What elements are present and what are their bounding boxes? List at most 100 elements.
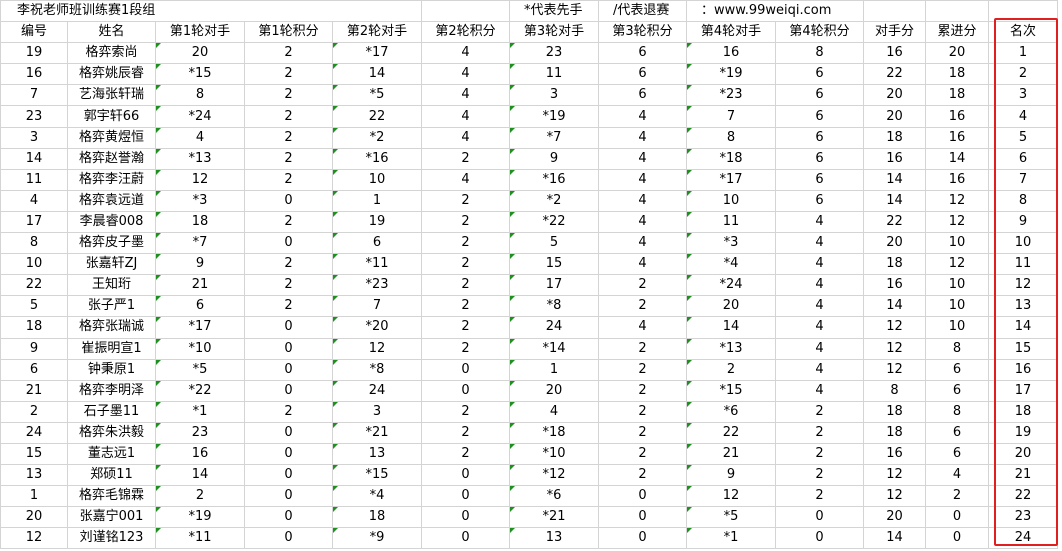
table-cell[interactable]: 郭宇轩66 bbox=[67, 105, 156, 128]
table-cell[interactable]: 3 bbox=[988, 84, 1058, 107]
table-cell[interactable]: 11 bbox=[509, 63, 599, 86]
table-cell[interactable]: 14 bbox=[155, 464, 245, 487]
table-cell[interactable]: *23 bbox=[686, 84, 776, 107]
table-cell[interactable]: 22 bbox=[332, 105, 422, 128]
table-cell[interactable]: 12 bbox=[863, 337, 926, 360]
table-cell[interactable]: 0 bbox=[244, 464, 333, 487]
table-cell[interactable]: 6 bbox=[155, 295, 245, 318]
table-cell[interactable]: 郑硕11 bbox=[67, 464, 156, 487]
table-cell[interactable]: 20 bbox=[509, 379, 599, 402]
table-cell[interactable]: 12 bbox=[925, 210, 989, 234]
table-cell[interactable]: 3 bbox=[0, 126, 68, 149]
table-cell[interactable]: *3 bbox=[686, 232, 776, 255]
table-cell[interactable]: 13 bbox=[988, 295, 1058, 318]
table-cell[interactable]: 8 bbox=[988, 189, 1058, 212]
table-cell[interactable]: 格弈黄煜恒 bbox=[67, 126, 156, 149]
table-cell[interactable]: 8 bbox=[925, 337, 989, 360]
table-cell[interactable]: 12 bbox=[925, 253, 989, 276]
table-cell[interactable]: 3 bbox=[332, 400, 422, 423]
table-cell[interactable]: 18 bbox=[155, 210, 245, 234]
table-cell[interactable]: 0 bbox=[421, 379, 510, 402]
table-cell[interactable]: *21 bbox=[332, 421, 422, 444]
column-header[interactable]: 第2轮积分 bbox=[421, 21, 510, 44]
table-cell[interactable]: *6 bbox=[509, 485, 599, 508]
table-cell[interactable]: 16 bbox=[155, 442, 245, 466]
table-cell[interactable]: *10 bbox=[155, 337, 245, 360]
table-cell[interactable]: 6 bbox=[598, 42, 687, 65]
table-cell[interactable]: 4 bbox=[775, 379, 864, 402]
table-cell[interactable]: 4 bbox=[775, 337, 864, 360]
table-cell[interactable]: *11 bbox=[155, 527, 245, 550]
table-cell[interactable]: 15 bbox=[509, 253, 599, 276]
table-cell[interactable]: 4 bbox=[598, 316, 687, 339]
table-cell[interactable]: 4 bbox=[598, 168, 687, 191]
table-cell[interactable]: 2 bbox=[925, 485, 989, 508]
table-cell[interactable]: 14 bbox=[863, 295, 926, 318]
table-cell[interactable]: 16 bbox=[925, 126, 989, 149]
table-cell[interactable]: *11 bbox=[332, 253, 422, 276]
table-cell[interactable]: *7 bbox=[509, 126, 599, 149]
table-cell[interactable]: 4 bbox=[421, 42, 510, 65]
table-cell[interactable]: 11 bbox=[988, 253, 1058, 276]
table-cell[interactable]: 5 bbox=[509, 232, 599, 255]
table-cell[interactable]: 18 bbox=[863, 253, 926, 276]
table-cell[interactable]: 4 bbox=[598, 189, 687, 212]
table-cell[interactable]: 6 bbox=[925, 421, 989, 444]
column-header[interactable]: 累进分 bbox=[925, 21, 989, 44]
table-cell[interactable]: 0 bbox=[421, 464, 510, 487]
table-cell[interactable]: 9 bbox=[686, 464, 776, 487]
table-cell[interactable]: 5 bbox=[0, 295, 68, 318]
table-cell[interactable]: 0 bbox=[598, 485, 687, 508]
table-cell[interactable]: 16 bbox=[863, 274, 926, 297]
table-cell[interactable]: 8 bbox=[155, 84, 245, 107]
table-cell[interactable]: 格弈张瑞诚 bbox=[67, 316, 156, 339]
column-header[interactable]: 编号 bbox=[0, 21, 68, 44]
table-cell[interactable]: 18 bbox=[0, 316, 68, 339]
table-cell[interactable]: *22 bbox=[509, 210, 599, 234]
table-cell[interactable]: 18 bbox=[988, 400, 1058, 423]
table-cell[interactable]: 2 bbox=[775, 421, 864, 444]
table-cell[interactable]: 2 bbox=[686, 358, 776, 381]
table-cell[interactable]: 11 bbox=[686, 210, 776, 234]
table-cell[interactable]: 6 bbox=[925, 442, 989, 466]
table-cell[interactable]: 23 bbox=[988, 506, 1058, 529]
table-cell[interactable]: 2 bbox=[421, 189, 510, 212]
table-cell[interactable]: 2 bbox=[155, 485, 245, 508]
table-cell[interactable]: 0 bbox=[775, 506, 864, 529]
table-cell[interactable]: *19 bbox=[155, 506, 245, 529]
table-cell[interactable]: 17 bbox=[988, 379, 1058, 402]
table-cell[interactable]: 19 bbox=[0, 42, 68, 65]
table-cell[interactable]: *15 bbox=[332, 464, 422, 487]
table-cell[interactable]: 10 bbox=[686, 189, 776, 212]
table-cell[interactable]: *2 bbox=[332, 126, 422, 149]
table-cell[interactable]: 张子严1 bbox=[67, 295, 156, 318]
table-cell[interactable]: 19 bbox=[332, 210, 422, 234]
table-cell[interactable]: 8 bbox=[686, 126, 776, 149]
table-cell[interactable]: 6 bbox=[775, 84, 864, 107]
table-cell[interactable]: 7 bbox=[0, 84, 68, 107]
table-cell[interactable]: 2 bbox=[244, 105, 333, 128]
table-cell[interactable]: 6 bbox=[988, 147, 1058, 170]
empty-cell[interactable] bbox=[925, 0, 989, 23]
table-cell[interactable]: 0 bbox=[244, 421, 333, 444]
table-cell[interactable]: 格弈姚辰睿 bbox=[67, 63, 156, 86]
table-cell[interactable]: 1 bbox=[332, 189, 422, 212]
table-cell[interactable]: 20 bbox=[0, 506, 68, 529]
table-cell[interactable]: 格弈索尚 bbox=[67, 42, 156, 65]
table-cell[interactable]: 4 bbox=[598, 253, 687, 276]
table-cell[interactable]: *18 bbox=[509, 421, 599, 444]
table-cell[interactable]: 2 bbox=[598, 400, 687, 423]
table-cell[interactable]: 18 bbox=[863, 400, 926, 423]
table-cell[interactable]: 6 bbox=[775, 63, 864, 86]
table-cell[interactable]: 21 bbox=[0, 379, 68, 402]
table-cell[interactable]: 2 bbox=[598, 295, 687, 318]
table-cell[interactable]: 0 bbox=[244, 337, 333, 360]
table-cell[interactable]: 2 bbox=[988, 63, 1058, 86]
table-cell[interactable]: *22 bbox=[155, 379, 245, 402]
table-cell[interactable]: 10 bbox=[925, 316, 989, 339]
table-cell[interactable]: 0 bbox=[244, 506, 333, 529]
table-cell[interactable]: 2 bbox=[244, 147, 333, 170]
table-cell[interactable]: 0 bbox=[775, 527, 864, 550]
table-cell[interactable]: *17 bbox=[686, 168, 776, 191]
table-cell[interactable]: 16 bbox=[863, 42, 926, 65]
